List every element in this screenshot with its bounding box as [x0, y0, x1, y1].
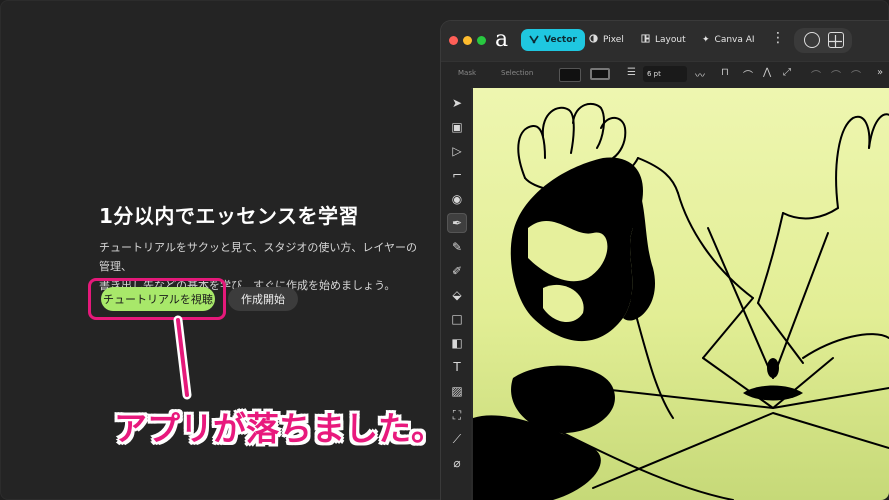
color-picker-tool-icon[interactable]: ⌀ — [447, 453, 467, 473]
layout-icon — [641, 34, 650, 46]
canvas-artwork — [473, 102, 889, 500]
nodes-icon[interactable]: ⋀ — [763, 67, 771, 78]
stroke-width-field[interactable]: 6 pt — [643, 66, 687, 82]
close-window-button[interactable] — [449, 36, 458, 45]
node-mode-1-icon[interactable]: ⌒ — [811, 67, 821, 82]
smooth-node-icon[interactable]: ⌒ — [743, 67, 753, 82]
crash-callout-text: アプリが落ちました。 — [114, 409, 444, 448]
context-toolbar: Mask Selection ☰ 6 pt 〰 ⊓ ⌒ ⋀ ⤢ ⌒ ⌒ ⌒ » — [441, 61, 889, 89]
move-tool-icon[interactable]: ➤ — [447, 93, 467, 113]
selection-button[interactable]: Selection — [501, 69, 533, 77]
view-toggle-group — [794, 28, 852, 53]
corner-tool-icon[interactable]: ⌐ — [447, 165, 467, 185]
point-transform-tool-icon[interactable]: ◉ — [447, 189, 467, 209]
node-tool-icon[interactable]: ▷ — [447, 141, 467, 161]
tab-pixel[interactable]: Pixel — [581, 29, 632, 51]
transform-icon[interactable]: ⊓ — [721, 67, 729, 78]
tab-pixel-label: Pixel — [603, 35, 624, 45]
pencil-tool-icon[interactable]: ✎ — [447, 237, 467, 257]
app-logo: a — [495, 27, 509, 52]
app-window: a Vector Pixel Layout ✦ Canva AI ⋮ Mask … — [441, 21, 889, 500]
stroke-swatch[interactable] — [590, 68, 610, 80]
maximize-window-button[interactable] — [477, 36, 486, 45]
overflow-icon[interactable]: » — [877, 67, 883, 78]
measure-tool-icon[interactable]: ⟋ — [447, 429, 467, 449]
vector-brush-tool-icon[interactable]: ✐ — [447, 261, 467, 281]
vector-icon — [529, 34, 539, 47]
text-tool-icon[interactable]: T — [447, 357, 467, 377]
pixel-icon — [589, 34, 598, 46]
stroke-style-icon[interactable]: 〰 — [695, 67, 705, 82]
tab-layout-label: Layout — [655, 35, 686, 45]
stroke-lines-icon: ☰ — [627, 67, 636, 78]
more-options-icon[interactable]: ⋮ — [771, 31, 785, 45]
title-bar: a Vector Pixel Layout ✦ Canva AI ⋮ — [441, 21, 889, 61]
grid-view-icon[interactable] — [828, 32, 844, 48]
tab-canva-ai[interactable]: ✦ Canva AI — [694, 29, 763, 51]
mask-button[interactable]: Mask — [458, 69, 476, 77]
minimize-window-button[interactable] — [463, 36, 472, 45]
pen-tool-icon[interactable]: ✒ — [447, 213, 467, 233]
tab-layout[interactable]: Layout — [633, 29, 694, 51]
artboard-tool-icon[interactable]: ▣ — [447, 117, 467, 137]
shape-builder-tool-icon[interactable]: ◧ — [447, 333, 467, 353]
user-collab-icon[interactable] — [804, 32, 820, 48]
image-tool-icon[interactable]: ▨ — [447, 381, 467, 401]
tab-canva-ai-label: Canva AI — [714, 35, 755, 45]
fill-swatch[interactable] — [559, 68, 581, 82]
resize-icon[interactable]: ⤢ — [783, 67, 791, 78]
tool-sidebar: ➤ ▣ ▷ ⌐ ◉ ✒ ✎ ✐ ⬙ □ ◧ T ▨ ⛶ ⟋ ⌀ — [441, 88, 471, 500]
node-mode-3-icon[interactable]: ⌒ — [851, 67, 861, 82]
fill-tool-icon[interactable]: ⬙ — [447, 285, 467, 305]
rectangle-tool-icon[interactable]: □ — [447, 309, 467, 329]
sparkle-icon: ✦ — [702, 35, 710, 45]
document-canvas[interactable] — [473, 88, 889, 500]
tab-vector[interactable]: Vector — [521, 29, 585, 51]
crop-tool-icon[interactable]: ⛶ — [447, 405, 467, 425]
node-mode-2-icon[interactable]: ⌒ — [831, 67, 841, 82]
stroke-width-value: 6 pt — [647, 70, 661, 78]
tab-vector-label: Vector — [544, 35, 577, 45]
screen-frame: 1分以内でエッセンスを学習 チュートリアルをサクッと見て、スタジオの使い方、レイ… — [0, 0, 889, 500]
